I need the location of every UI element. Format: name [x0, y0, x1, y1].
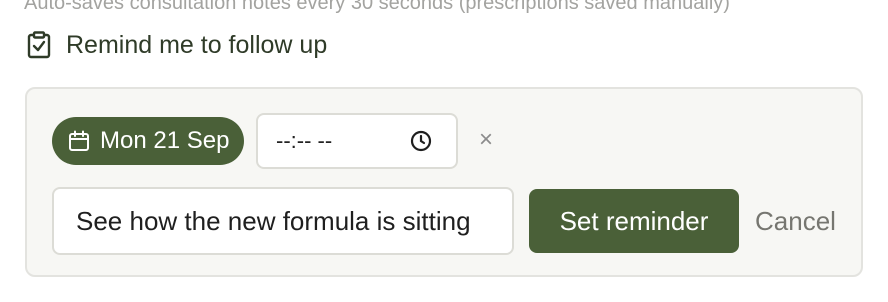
remind-follow-up-header: Remind me to follow up [26, 28, 327, 62]
reminder-panel: Mon 21 Sep --:-- -- × Set reminder Cance… [25, 87, 863, 277]
time-value: --:-- -- [276, 128, 333, 153]
remind-follow-up-label: Remind me to follow up [66, 31, 328, 59]
time-input[interactable]: --:-- -- [256, 113, 458, 169]
calendar-icon [68, 130, 90, 152]
reminder-note-input[interactable] [52, 187, 514, 255]
date-label: Mon 21 Sep [100, 127, 230, 154]
cancel-button[interactable]: Cancel [755, 189, 836, 253]
set-reminder-button[interactable]: Set reminder [529, 189, 739, 253]
date-picker-button[interactable]: Mon 21 Sep [52, 117, 244, 165]
clipboard-check-icon [26, 31, 52, 59]
clear-time-button[interactable]: × [479, 127, 493, 153]
autosave-note: Auto-saves consultation notes every 30 s… [24, 0, 730, 14]
clock-icon[interactable] [410, 130, 432, 152]
